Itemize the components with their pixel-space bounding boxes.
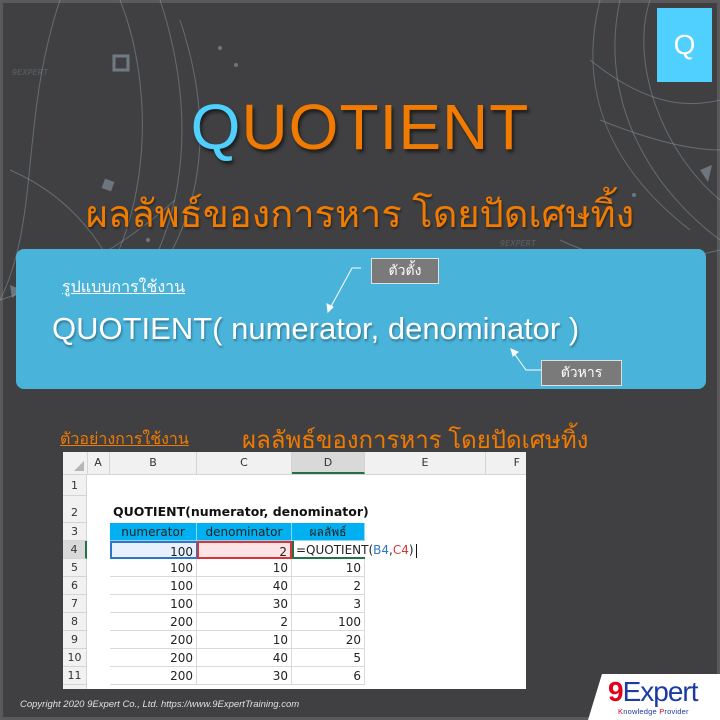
cell-d6[interactable]: 2: [292, 577, 365, 595]
cell-b8[interactable]: 200: [110, 613, 197, 631]
example-label: ตัวอย่างการใช้งาน: [60, 431, 189, 448]
cell-d4-formula-editing[interactable]: =QUOTIENT(B4,C4): [292, 541, 417, 559]
title-rest: UOTIENT: [241, 91, 530, 163]
formula-suffix: ): [408, 543, 414, 557]
column-header-row: A B C D E F: [63, 452, 526, 475]
cell-b6[interactable]: 100: [110, 577, 197, 595]
copyright-footer: Copyright 2020 9Expert Co., Ltd. https:/…: [20, 699, 300, 710]
function-title: QUOTIENT: [0, 90, 720, 164]
cell-d10[interactable]: 5: [292, 649, 365, 667]
svg-text:9EXPERT: 9EXPERT: [12, 68, 49, 77]
header-cell-numerator[interactable]: numerator: [110, 523, 197, 541]
cell-c6[interactable]: 40: [197, 577, 292, 595]
row-header-8[interactable]: 8: [63, 613, 87, 631]
badge-letter: Q: [673, 29, 696, 60]
cell-b4[interactable]: 100: [110, 541, 197, 559]
cell-c8[interactable]: 2: [197, 613, 292, 631]
denominator-callout: ตัวหาร: [541, 360, 622, 386]
cell-d5[interactable]: 10: [292, 559, 365, 577]
cell-b10[interactable]: 200: [110, 649, 197, 667]
formula-prefix: =QUOTIENT(: [296, 543, 374, 557]
syntax-panel: รูปแบบการใช้งาน QUOTIENT( numerator, den…: [16, 249, 706, 389]
cell-c4[interactable]: 2: [197, 541, 292, 559]
function-letter-badge: Q: [657, 8, 712, 82]
row-header-2[interactable]: 2: [63, 496, 87, 523]
cell-b11[interactable]: 200: [110, 667, 197, 685]
cell-d9[interactable]: 20: [292, 631, 365, 649]
tagline-end: rovider: [664, 707, 689, 716]
cell-d7[interactable]: 3: [292, 595, 365, 613]
formula-ref-numerator: B4: [373, 543, 390, 557]
cell-b7[interactable]: 100: [110, 595, 197, 613]
function-description: ผลลัพธ์ของการหาร โดยปัดเศษทิ้ง: [85, 194, 635, 236]
formula-ref-denominator: C4: [392, 543, 409, 557]
infographic: 9EXPERT 9EXPERT Q QUOTIENT ผลลัพธ์ของการ…: [0, 0, 720, 720]
row-header-1[interactable]: 1: [63, 475, 87, 496]
spreadsheet-example: A B C D E F 1 2 3 4 5 6 7 8 9 10 11 QUOT…: [63, 452, 526, 689]
column-header-d[interactable]: D: [292, 452, 365, 474]
numerator-arrow: [327, 267, 361, 313]
cell-c5[interactable]: 10: [197, 559, 292, 577]
column-header-c[interactable]: C: [197, 452, 292, 474]
text-cursor: [415, 543, 417, 558]
column-header-e[interactable]: E: [365, 452, 486, 474]
header-cell-result[interactable]: ผลลัพธ์: [292, 523, 365, 541]
cell-d8[interactable]: 100: [292, 613, 365, 631]
logo-nine: 9: [608, 676, 624, 707]
logo-tagline: Knowledge Provider: [618, 707, 689, 716]
cell-b5[interactable]: 100: [110, 559, 197, 577]
row-header-7[interactable]: 7: [63, 595, 87, 613]
row-header-5[interactable]: 5: [63, 559, 87, 577]
9expert-logo: 9Expert Knowledge Provider: [588, 674, 720, 720]
column-header-b[interactable]: B: [110, 452, 197, 474]
column-header-a[interactable]: A: [87, 452, 110, 474]
cell-c9[interactable]: 10: [197, 631, 292, 649]
row-header-11[interactable]: 11: [63, 667, 87, 685]
select-all-corner[interactable]: [63, 452, 88, 474]
row-header-3[interactable]: 3: [63, 523, 87, 541]
title-first-letter: Q: [190, 91, 242, 163]
row-header-9[interactable]: 9: [63, 631, 87, 649]
header-cell-denominator[interactable]: denominator: [197, 523, 292, 541]
row-header-6[interactable]: 6: [63, 577, 87, 595]
row-header-10[interactable]: 10: [63, 649, 87, 667]
usage-label: รูปแบบการใช้งาน: [62, 279, 186, 296]
row-header-12[interactable]: [63, 685, 87, 689]
numerator-callout: ตัวตั้ง: [371, 258, 439, 284]
cell-d11[interactable]: 6: [292, 667, 365, 685]
cell-c10[interactable]: 40: [197, 649, 292, 667]
sheet-title-cell[interactable]: QUOTIENT(numerator, denominator): [113, 504, 369, 519]
cell-c11[interactable]: 30: [197, 667, 292, 685]
column-header-f[interactable]: F: [486, 452, 526, 474]
denominator-arrowhead: [510, 348, 519, 357]
syntax-text: QUOTIENT( numerator, denominator ): [52, 311, 580, 346]
logo-word: Expert: [622, 676, 699, 707]
row-header-4[interactable]: 4: [63, 541, 87, 559]
logo-wordmark: 9Expert: [608, 676, 699, 707]
tagline-mid: nowledge: [623, 707, 660, 716]
cell-c7[interactable]: 30: [197, 595, 292, 613]
cell-b9[interactable]: 200: [110, 631, 197, 649]
